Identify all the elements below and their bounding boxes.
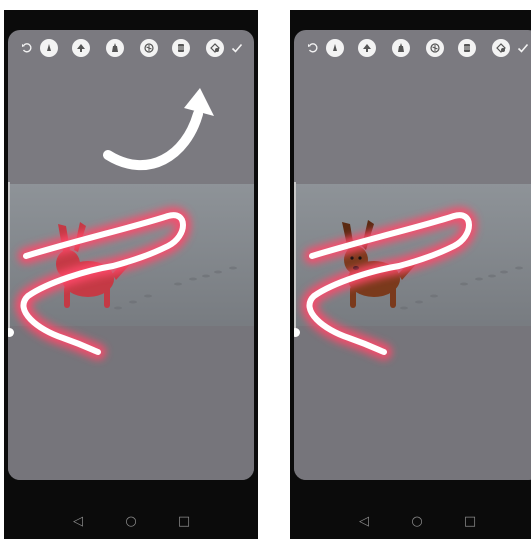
- brush-size-track[interactable]: [294, 182, 296, 332]
- home-button[interactable]: ○: [405, 509, 429, 533]
- story-canvas[interactable]: [8, 30, 254, 480]
- neon-brush-icon[interactable]: [426, 39, 444, 57]
- highlighter-icon[interactable]: [106, 39, 124, 57]
- phone-screen-after: ◁ ○ □: [290, 10, 531, 539]
- brush-size-track[interactable]: [8, 182, 10, 332]
- eraser-icon[interactable]: [172, 39, 190, 57]
- undo-icon[interactable]: [304, 39, 322, 57]
- recents-button[interactable]: □: [172, 509, 196, 533]
- phone-screen-before: ◁ ○ □: [4, 10, 258, 539]
- neon-brush-icon[interactable]: [140, 39, 158, 57]
- drawing-layer: [301, 207, 477, 360]
- drawing-layer: [15, 88, 214, 360]
- eraser-icon[interactable]: [458, 39, 476, 57]
- drawing-toolbar: [8, 36, 254, 62]
- back-button[interactable]: ◁: [66, 509, 90, 533]
- back-button[interactable]: ◁: [352, 509, 376, 533]
- system-navigation-bar: ◁ ○ □: [4, 509, 258, 533]
- highlighter-icon[interactable]: [392, 39, 410, 57]
- drawing-toolbar: [294, 36, 531, 62]
- color-fill-icon[interactable]: [492, 39, 510, 57]
- recents-button[interactable]: □: [458, 509, 482, 533]
- arrow-pen-icon[interactable]: [358, 39, 376, 57]
- arrow-pen-icon[interactable]: [72, 39, 90, 57]
- marker-pen-icon[interactable]: [326, 39, 344, 57]
- color-fill-icon[interactable]: [206, 39, 224, 57]
- curved-arrow-icon: [103, 88, 214, 171]
- story-canvas[interactable]: [294, 30, 531, 480]
- undo-icon[interactable]: [18, 39, 36, 57]
- system-navigation-bar: ◁ ○ □: [290, 509, 531, 533]
- checkmark-icon[interactable]: [228, 39, 246, 57]
- home-button[interactable]: ○: [119, 509, 143, 533]
- checkmark-icon[interactable]: [514, 39, 531, 57]
- marker-pen-icon[interactable]: [40, 39, 58, 57]
